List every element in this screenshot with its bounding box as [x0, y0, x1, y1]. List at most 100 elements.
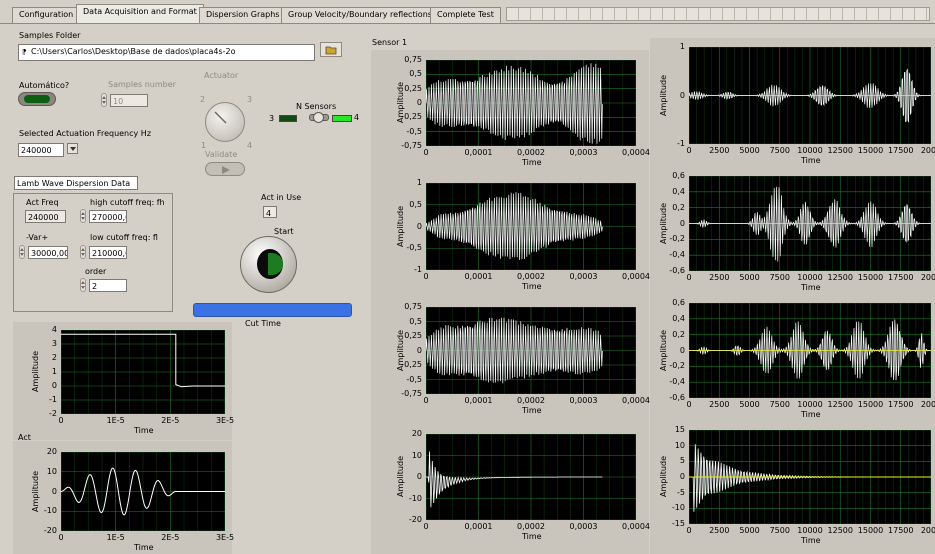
tab-dispersion-graphs[interactable]: Dispersion Graphs: [199, 7, 287, 23]
x-tick-label: 0,0004: [622, 522, 650, 531]
folder-icon: [325, 46, 337, 55]
y-tick-label: 0,6: [672, 298, 685, 307]
x-axis-title: Time: [134, 426, 154, 435]
x-tick-label: 1E-5: [106, 533, 125, 542]
x-tick-label: 0,0003: [569, 522, 598, 531]
act-in-use-field: 4: [263, 206, 277, 218]
y-tick-label: 0,5: [409, 69, 422, 79]
x-tick-label: 0,0001: [464, 396, 493, 405]
y-tick-label: -20: [408, 515, 422, 524]
switch-thumb: [313, 112, 324, 123]
y-tick-label: -0,75: [401, 141, 422, 150]
automatico-label: Automático?: [19, 81, 70, 90]
x-tick-label: 2000: [920, 400, 935, 409]
sensor-plot-3: [426, 307, 636, 394]
sensor-label: Sensor 1: [372, 38, 408, 47]
x-tick-label: 0,0002: [517, 522, 545, 531]
y-tick-label: -0,4: [669, 250, 685, 260]
x-tick-label: 2000: [920, 273, 935, 282]
x-tick-label: 0,0003: [569, 148, 598, 157]
n-sensors-led-4: [332, 115, 352, 122]
validate-button[interactable]: [205, 162, 245, 176]
y-tick-label: -0,5: [406, 374, 422, 384]
n-sensors-switch[interactable]: [309, 111, 329, 125]
y-tick-label: 3: [51, 339, 57, 348]
y-tick-label: 4: [51, 325, 57, 334]
order-increment[interactable]: [80, 278, 86, 292]
samples-folder-path[interactable]: ⁋ C:\Users\Carlos\Desktop\Base de dados\…: [18, 44, 315, 61]
y-tick-label: -10: [671, 503, 685, 513]
automatico-led: [24, 95, 50, 103]
y-axis-title: Amplitude: [659, 329, 668, 371]
response-plot-3: [689, 303, 931, 398]
y-tick-label: -1: [49, 395, 57, 404]
lamb-wave-title: Lamb Wave Dispersion Data: [14, 176, 138, 190]
x-axis-title: Time: [801, 536, 821, 545]
samples-folder-label: Samples Folder: [19, 31, 81, 40]
start-button[interactable]: [240, 236, 297, 293]
sensor-plot-1: [426, 60, 636, 146]
tab-data-acquisition[interactable]: Data Acquisition and Format: [76, 4, 204, 24]
validate-label: Validate: [205, 150, 238, 159]
actuation-frequency-field[interactable]: 240000: [18, 143, 64, 157]
order-label: order: [85, 267, 107, 276]
low-cutoff-increment[interactable]: [80, 245, 86, 259]
samples-number-increment: [101, 93, 107, 107]
x-tick-label: 0,0001: [464, 148, 493, 157]
knob-label-3: 3: [247, 95, 253, 104]
y-axis-title: Amplitude: [659, 74, 668, 116]
y-tick-label: 0,75: [404, 302, 422, 311]
knob-label-4: 4: [247, 141, 253, 150]
y-tick-label: -2: [49, 409, 57, 418]
chevron-down-icon: [70, 147, 76, 151]
x-tick-label: 0,0003: [569, 272, 598, 281]
high-cutoff-increment[interactable]: [80, 209, 86, 223]
n-sensors-label: N Sensors: [296, 102, 337, 111]
browse-folder-button[interactable]: [320, 42, 342, 57]
var-label: -Var+: [26, 233, 49, 242]
y-tick-label: 15: [674, 425, 685, 434]
automatico-toggle[interactable]: [18, 92, 56, 106]
y-axis-title: Amplitude: [396, 329, 405, 371]
actuation-frequency-dropdown[interactable]: [67, 143, 78, 154]
tab-group-velocity[interactable]: Group Velocity/Boundary reflections: [281, 7, 439, 23]
tab-complete-test[interactable]: Complete Test: [430, 7, 501, 23]
x-tick-label: 0,0004: [622, 396, 650, 405]
y-tick-label: 0,75: [404, 55, 422, 64]
y-tick-label: 1: [416, 178, 422, 187]
n-sensors-high: 4: [354, 113, 360, 122]
order-field[interactable]: 2: [89, 279, 127, 292]
n-sensors-low: 3: [269, 114, 275, 123]
actuator-knob[interactable]: [205, 102, 245, 142]
y-tick-label: -0,5: [406, 126, 422, 136]
y-tick-label: 0,4: [672, 186, 685, 196]
start-label: Start: [274, 227, 294, 236]
x-axis-title: Time: [522, 158, 542, 167]
tab-bar: Configuration Data Acquisition and Forma…: [0, 0, 935, 25]
var-increment[interactable]: [19, 245, 25, 259]
tab-configuration[interactable]: Configuration: [12, 7, 81, 23]
y-tick-label: 0,5: [409, 316, 422, 326]
act-freq-label: Act Freq: [26, 198, 59, 207]
var-field[interactable]: 30000,00: [28, 246, 68, 259]
response-plot-4: [689, 430, 931, 524]
y-tick-label: -20: [43, 526, 57, 535]
y-tick-label: -0,75: [401, 389, 422, 398]
y-tick-label: -15: [671, 519, 685, 528]
x-tick-label: 1E-5: [106, 416, 125, 425]
y-tick-label: -0,6: [669, 266, 685, 275]
y-axis-title: Amplitude: [659, 202, 668, 244]
x-tick-label: 0,0002: [517, 272, 545, 281]
x-tick-label: 0,0003: [569, 396, 598, 405]
low-cutoff-field[interactable]: 210000,0: [89, 246, 127, 259]
low-cutoff-label: low cutoff freq: fl: [90, 233, 158, 242]
x-tick-label: 3E-5: [215, 533, 235, 542]
y-tick-label: 0,6: [672, 171, 685, 180]
x-axis-title: Time: [522, 282, 542, 291]
y-axis-title: Amplitude: [31, 470, 40, 512]
samples-number-label: Samples number: [108, 80, 176, 89]
x-tick-label: 2E-5: [161, 416, 180, 425]
y-tick-label: -0,6: [669, 393, 685, 402]
high-cutoff-field[interactable]: 270000,0: [89, 210, 127, 223]
x-axis-title: Time: [801, 283, 821, 292]
